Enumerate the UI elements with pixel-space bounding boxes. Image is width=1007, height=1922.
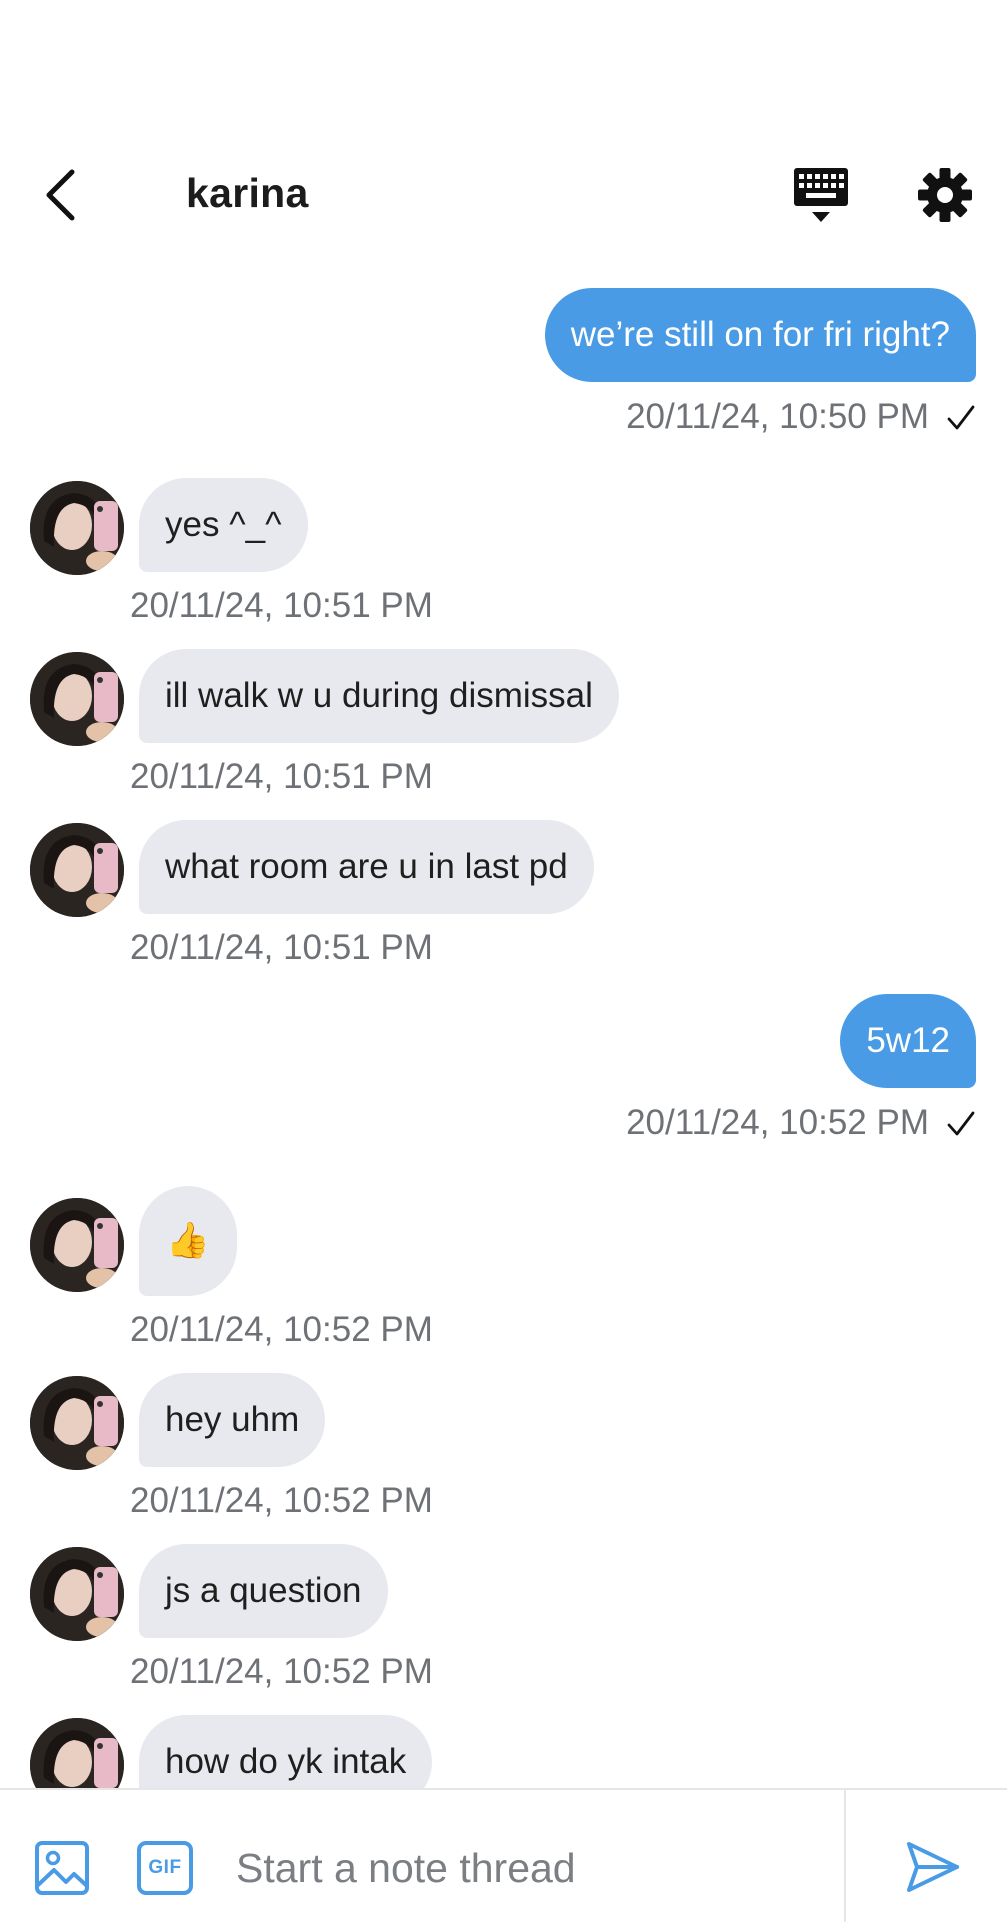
composer-divider — [844, 1790, 846, 1922]
message-bubble-incoming[interactable]: what room are u in last pd — [139, 820, 594, 914]
image-icon — [35, 1841, 89, 1895]
message-timestamp: 20/11/24, 10:52 PM — [130, 1652, 433, 1691]
avatar[interactable] — [30, 1376, 124, 1470]
attach-gif-button[interactable]: GIF — [136, 1840, 194, 1896]
attach-image-button[interactable] — [34, 1840, 90, 1896]
avatar[interactable] — [30, 823, 124, 917]
send-icon — [907, 1842, 959, 1892]
message-bubble-incoming[interactable]: ill walk w u during dismissal — [139, 649, 619, 743]
chat-header: karina — [0, 150, 1007, 240]
keyboard-button[interactable] — [790, 164, 852, 228]
note-thread-input[interactable] — [236, 1830, 796, 1906]
checkmark-icon — [947, 405, 975, 430]
avatar-photo — [30, 481, 124, 575]
gear-icon — [918, 168, 972, 222]
message-timestamp: 20/11/24, 10:51 PM — [130, 586, 433, 625]
chat-title: karina — [186, 170, 309, 216]
message-bubble-outgoing[interactable]: we’re still on for fri right? — [544, 288, 976, 382]
message-timestamp: 20/11/24, 10:52 PM — [626, 1103, 929, 1142]
message-bubble-outgoing[interactable]: 5w12 — [840, 994, 976, 1088]
message-bubble-incoming[interactable]: how do yk intak — [139, 1715, 433, 1788]
avatar-photo — [30, 1547, 124, 1641]
message-timestamp: 20/11/24, 10:50 PM — [626, 397, 929, 436]
avatar-photo — [30, 1718, 124, 1788]
back-button[interactable] — [30, 164, 90, 226]
message-bubble-incoming[interactable]: js a question — [139, 1544, 388, 1638]
message-list[interactable]: we’re still on for fri right? 20/11/24, … — [0, 240, 1007, 1788]
chevron-left-icon — [46, 169, 75, 221]
message-bubble-incoming[interactable]: yes ^_^ — [139, 478, 308, 572]
avatar-photo — [30, 823, 124, 917]
avatar[interactable] — [30, 1718, 124, 1788]
send-button[interactable] — [904, 1838, 962, 1896]
gif-label: GIF — [148, 1857, 182, 1878]
avatar[interactable] — [30, 481, 124, 575]
message-timestamp: 20/11/24, 10:52 PM — [130, 1310, 433, 1349]
keyboard-icon — [794, 168, 848, 222]
message-bubble-incoming[interactable]: hey uhm — [139, 1373, 326, 1467]
settings-button[interactable] — [918, 168, 972, 222]
checkmark-icon — [947, 1111, 975, 1136]
avatar[interactable] — [30, 1547, 124, 1641]
message-timestamp: 20/11/24, 10:51 PM — [130, 757, 433, 796]
avatar-photo — [30, 1198, 124, 1292]
avatar[interactable] — [30, 1198, 124, 1292]
avatar-photo — [30, 652, 124, 746]
avatar[interactable] — [30, 652, 124, 746]
message-timestamp: 20/11/24, 10:51 PM — [130, 928, 433, 967]
message-bubble-emoji[interactable]: 👍 — [139, 1186, 237, 1296]
message-timestamp: 20/11/24, 10:52 PM — [130, 1481, 433, 1520]
composer-bar: GIF — [0, 1788, 1007, 1922]
avatar-photo — [30, 1376, 124, 1470]
